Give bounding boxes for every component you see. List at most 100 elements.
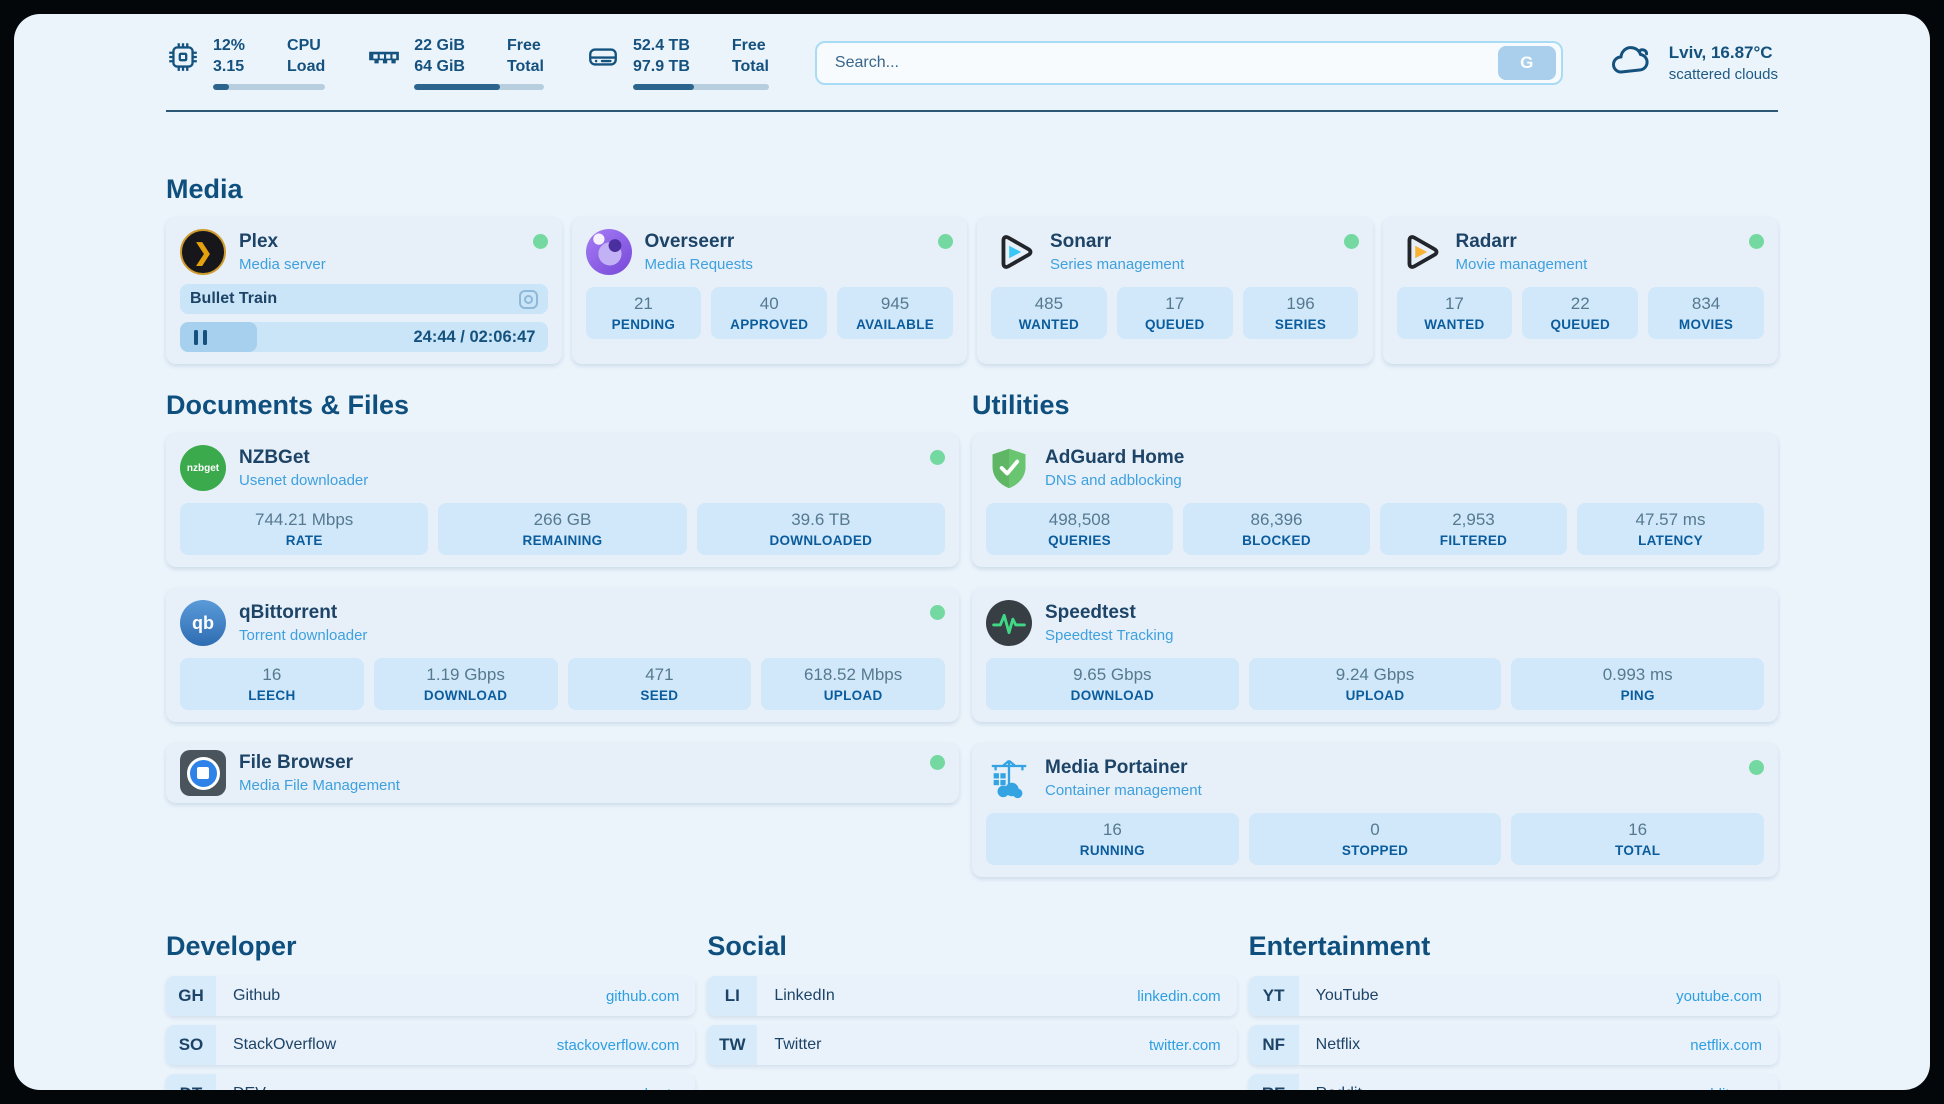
disk-progress-track [633,84,769,90]
bookmark-url: stackoverflow.com [557,1037,680,1054]
stat-label: QUEUED [1121,317,1229,332]
stat: 485WANTED [991,287,1107,339]
adguard-icon [986,445,1032,491]
service-card-nzbget[interactable]: nzbget NZBGet Usenet downloader 744.21 M… [166,433,959,567]
bookmark-reddit[interactable]: RE Reddit reddit.com [1249,1074,1778,1090]
stat-value: 17 [1401,294,1509,314]
dashboard-panel: 12% 3.15 CPU Load [14,14,1930,1090]
qbittorrent-glyph: qb [192,613,214,634]
disk-widget-body: 52.4 TB 97.9 TB Free Total [633,36,769,90]
status-dot [1749,234,1764,249]
stat-value: 498,508 [990,510,1169,530]
stat: 9.65 GbpsDOWNLOAD [986,658,1239,710]
stat-value: 266 GB [442,510,682,530]
stat: 86,396 BLOCKED [1183,503,1370,555]
service-title: Radarr [1456,231,1588,253]
header-divider [166,110,1778,112]
service-card-overseerr[interactable]: Overseerr Media Requests 21PENDING 40APP… [572,217,968,364]
status-dot [930,605,945,620]
bookmark-twitter[interactable]: TW Twitter twitter.com [707,1025,1236,1065]
ram-progress-fill [414,84,500,90]
pause-icon[interactable] [191,330,209,345]
overseerr-icon [586,229,632,275]
bookmark-name: Reddit [1316,1085,1362,1090]
stat: 618.52 MbpsUPLOAD [761,658,945,710]
stat-value: 9.24 Gbps [1253,665,1498,685]
playback-progress-fill [180,322,257,352]
section-title-media: Media [166,174,1778,205]
stat-value: 16 [184,665,360,685]
bookmark-abbr: YT [1249,976,1299,1016]
stat: 47.57 msLATENCY [1577,503,1764,555]
stat-value: 945 [841,294,949,314]
stat-label: DOWNLOADED [701,533,941,548]
qbittorrent-icon: qb [180,600,226,646]
ram-free-value: 22 GiB [414,36,465,57]
ram-free-label: Free [507,36,544,57]
ram-widget-body: 22 GiB 64 GiB Free Total [414,36,544,90]
stat-value: 47.57 ms [1581,510,1760,530]
bookmark-github[interactable]: GH Github github.com [166,976,695,1016]
bookmark-url: reddit.com [1692,1086,1762,1091]
search-input[interactable] [817,54,1498,72]
service-card-filebrowser[interactable]: File Browser Media File Management [166,743,959,803]
service-card-speedtest[interactable]: Speedtest Speedtest Tracking 9.65 GbpsDO… [972,588,1778,722]
bookmark-netflix[interactable]: NF Netflix netflix.com [1249,1025,1778,1065]
service-subtitle: Movie management [1456,256,1588,273]
search-provider-button[interactable]: G [1498,46,1556,80]
service-card-adguard[interactable]: AdGuard Home DNS and adblocking 498,508Q… [972,433,1778,567]
service-subtitle: Usenet downloader [239,472,368,489]
status-dot [1749,760,1764,775]
service-title: Plex [239,231,326,253]
disk-widget: 52.4 TB 97.9 TB Free Total [586,36,769,90]
service-title: Media Portainer [1045,757,1202,779]
disk-free-label: Free [732,36,769,57]
stat: 834MOVIES [1648,287,1764,339]
bookmark-abbr: SO [166,1025,216,1065]
ram-total-value: 64 GiB [414,57,465,78]
stat-value: 618.52 Mbps [765,665,941,685]
cast-icon[interactable] [519,290,538,309]
section-utilities: Utilities AdGuard Home D [972,390,1778,877]
sonarr-icon [991,229,1037,275]
cpu-progress-track [213,84,325,90]
bookmark-stackoverflow[interactable]: SO StackOverflow stackoverflow.com [166,1025,695,1065]
service-card-portainer[interactable]: Media Portainer Container management 16R… [972,743,1778,877]
media-cards-row: ❯ Plex Media server Bullet Train 24:44 / [166,217,1778,364]
service-card-sonarr[interactable]: Sonarr Series management 485WANTED 17QUE… [977,217,1373,364]
bookmark-name: LinkedIn [774,987,835,1005]
service-card-qbittorrent[interactable]: qb qBittorrent Torrent downloader 16LEEC… [166,588,959,722]
stat-value: 86,396 [1187,510,1366,530]
stat: 266 GBREMAINING [438,503,686,555]
stat-label: MOVIES [1652,317,1760,332]
stat-label: SEED [572,688,748,703]
section-media: Media ❯ Plex Media server Bullet Train [166,174,1778,364]
section-entertainment: Entertainment YT YouTube youtube.com NF … [1249,931,1778,1090]
cloud-icon [1609,44,1655,83]
weather-location: Lviv, 16.87°C [1669,43,1778,63]
bookmark-abbr: RE [1249,1074,1299,1090]
service-subtitle: Speedtest Tracking [1045,627,1173,644]
stat: 16RUNNING [986,813,1239,865]
bookmark-url: youtube.com [1676,988,1762,1005]
stat-label: APPROVED [715,317,823,332]
bookmark-youtube[interactable]: YT YouTube youtube.com [1249,976,1778,1016]
service-subtitle: Media File Management [239,777,400,794]
cpu-widget-body: 12% 3.15 CPU Load [213,36,325,90]
service-card-radarr[interactable]: Radarr Movie management 17WANTED 22QUEUE… [1383,217,1779,364]
stat-value: 40 [715,294,823,314]
stat-label: DOWNLOAD [990,688,1235,703]
stat-label: BLOCKED [1187,533,1366,548]
service-title: NZBGet [239,447,368,469]
stat-value: 39.6 TB [701,510,941,530]
section-developer: Developer GH Github github.com SO StackO… [166,931,695,1090]
stat-value: 21 [590,294,698,314]
bookmark-dev[interactable]: DT DEV dev.to [166,1074,695,1090]
stat-value: 2,953 [1384,510,1563,530]
service-card-plex[interactable]: ❯ Plex Media server Bullet Train 24:44 / [166,217,562,364]
speedtest-icon [986,600,1032,646]
stat-label: WANTED [995,317,1103,332]
bookmark-url: linkedin.com [1137,988,1220,1005]
bookmark-linkedin[interactable]: LI LinkedIn linkedin.com [707,976,1236,1016]
stat-value: 16 [1515,820,1760,840]
